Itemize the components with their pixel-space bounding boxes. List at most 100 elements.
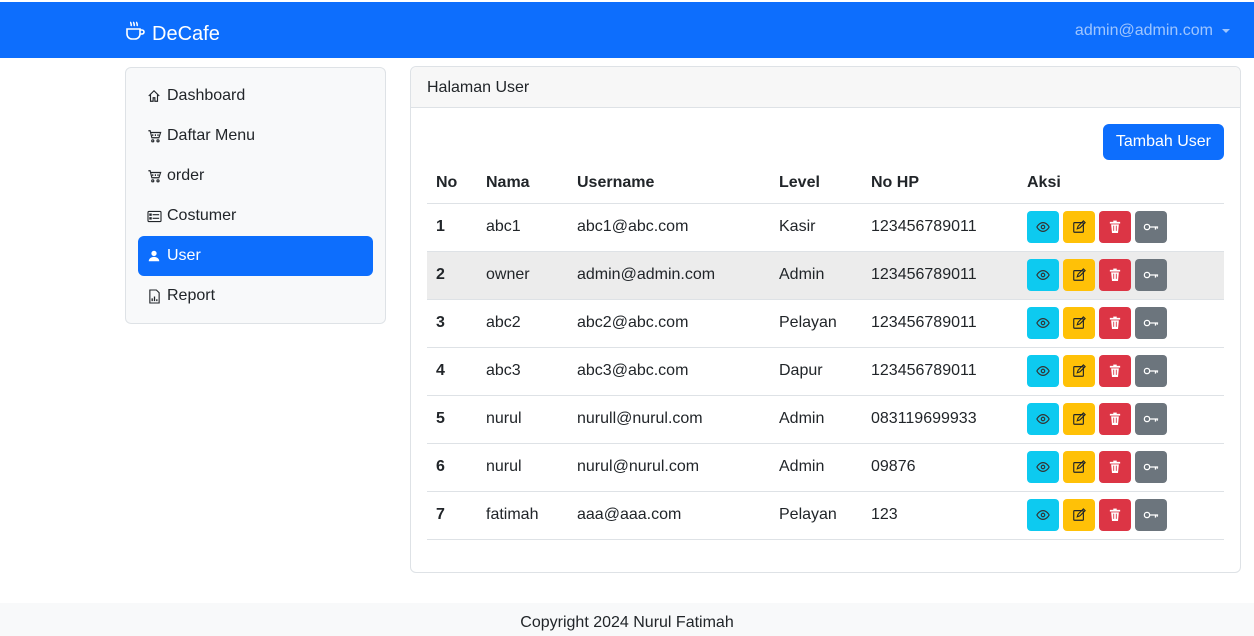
- cart-icon: [146, 168, 162, 184]
- sidebar-item-dashboard[interactable]: Dashboard: [138, 76, 373, 116]
- report-icon: [146, 288, 162, 304]
- edit-user-button[interactable]: [1063, 307, 1095, 339]
- cell-aksi: [1018, 395, 1224, 444]
- user-card: Halaman User Tambah User No Nama Usernam…: [410, 66, 1241, 573]
- cell-level: Admin: [770, 443, 862, 492]
- column-header: No HP: [862, 163, 1018, 204]
- add-user-button[interactable]: Tambah User: [1102, 124, 1224, 160]
- sidebar-item-report[interactable]: Report: [138, 276, 373, 316]
- cell-level: Dapur: [770, 347, 862, 396]
- cell-no: 4: [427, 347, 477, 396]
- edit-user-button[interactable]: [1063, 211, 1095, 243]
- cell-aksi: [1018, 251, 1224, 300]
- card-title: Halaman User: [411, 67, 1240, 108]
- cell-no: 5: [427, 395, 477, 444]
- view-user-button[interactable]: [1027, 499, 1059, 531]
- sidebar-item-user[interactable]: User: [138, 236, 373, 276]
- cell-username: admin@admin.com: [568, 251, 770, 300]
- delete-user-button[interactable]: [1099, 451, 1131, 483]
- user-table: No Nama Username Level No HP Aksi 1 abc1 a…: [427, 163, 1224, 540]
- edit-user-button[interactable]: [1063, 451, 1095, 483]
- pencil-square-icon: [1072, 412, 1086, 426]
- edit-user-button[interactable]: [1063, 499, 1095, 531]
- view-user-button[interactable]: [1027, 451, 1059, 483]
- reset-password-button[interactable]: [1135, 403, 1167, 435]
- user-email: admin@admin.com: [1074, 22, 1213, 39]
- reset-password-button[interactable]: [1135, 307, 1167, 339]
- column-header: Username: [568, 163, 770, 204]
- key-icon: [1143, 269, 1159, 281]
- sidebar: Dashboard Daftar Menu order Costumer Use…: [125, 67, 386, 324]
- cell-level: Admin: [770, 251, 862, 300]
- delete-user-button[interactable]: [1099, 499, 1131, 531]
- cell-level: Pelayan: [770, 299, 862, 348]
- reset-password-button[interactable]: [1135, 355, 1167, 387]
- column-header: Nama: [477, 163, 568, 204]
- view-user-button[interactable]: [1027, 211, 1059, 243]
- sidebar-item-daftar-menu[interactable]: Daftar Menu: [138, 116, 373, 156]
- cell-aksi: [1018, 347, 1224, 396]
- user-dropdown[interactable]: admin@admin.com: [1075, 22, 1230, 40]
- pencil-square-icon: [1072, 316, 1086, 330]
- trash-icon: [1109, 508, 1121, 522]
- delete-user-button[interactable]: [1099, 403, 1131, 435]
- sidebar-item-order[interactable]: order: [138, 156, 373, 196]
- key-icon: [1143, 365, 1159, 377]
- view-user-button[interactable]: [1027, 355, 1059, 387]
- table-row: 3 abc2 abc2@abc.com Pelayan 123456789011: [427, 299, 1224, 348]
- reset-password-button[interactable]: [1135, 499, 1167, 531]
- trash-icon: [1109, 364, 1121, 378]
- edit-user-button[interactable]: [1063, 403, 1095, 435]
- delete-user-button[interactable]: [1099, 307, 1131, 339]
- cell-username: nurul@nurul.com: [568, 443, 770, 492]
- pencil-square-icon: [1072, 220, 1086, 234]
- trash-icon: [1109, 412, 1121, 426]
- cell-level: Admin: [770, 395, 862, 444]
- cell-nama: fatimah: [477, 491, 568, 540]
- person-icon: [146, 248, 162, 264]
- column-header: Level: [770, 163, 862, 204]
- eye-icon: [1036, 220, 1050, 234]
- sidebar-item-label: Dashboard: [167, 87, 246, 104]
- view-user-button[interactable]: [1027, 307, 1059, 339]
- cell-no-hp: 123456789011: [862, 299, 1018, 348]
- eye-icon: [1036, 412, 1050, 426]
- reset-password-button[interactable]: [1135, 259, 1167, 291]
- key-icon: [1143, 221, 1159, 233]
- cell-username: aaa@aaa.com: [568, 491, 770, 540]
- view-user-button[interactable]: [1027, 403, 1059, 435]
- table-row: 4 abc3 abc3@abc.com Dapur 123456789011: [427, 347, 1224, 396]
- row-actions: [1027, 451, 1215, 483]
- cart-icon: [146, 128, 162, 144]
- delete-user-button[interactable]: [1099, 211, 1131, 243]
- pencil-square-icon: [1072, 460, 1086, 474]
- cell-no-hp: 123456789011: [862, 203, 1018, 252]
- cell-username: abc2@abc.com: [568, 299, 770, 348]
- table-row: 2 owner admin@admin.com Admin 123456789011: [427, 251, 1224, 300]
- row-actions: [1027, 355, 1215, 387]
- view-user-button[interactable]: [1027, 259, 1059, 291]
- coffee-icon: [124, 20, 152, 48]
- cell-aksi: [1018, 299, 1224, 348]
- reset-password-button[interactable]: [1135, 451, 1167, 483]
- cell-nama: abc1: [477, 203, 568, 252]
- cell-nama: owner: [477, 251, 568, 300]
- row-actions: [1027, 403, 1215, 435]
- cell-nama: abc3: [477, 347, 568, 396]
- sidebar-item-costumer[interactable]: Costumer: [138, 196, 373, 236]
- edit-user-button[interactable]: [1063, 355, 1095, 387]
- row-actions: [1027, 211, 1215, 243]
- trash-icon: [1109, 220, 1121, 234]
- column-header: No: [427, 163, 477, 204]
- cell-aksi: [1018, 491, 1224, 540]
- eye-icon: [1036, 460, 1050, 474]
- delete-user-button[interactable]: [1099, 355, 1131, 387]
- footer: Copyright 2024 Nurul Fatimah: [0, 603, 1254, 636]
- brand-link[interactable]: DeCafe: [124, 20, 220, 48]
- cell-nama: abc2: [477, 299, 568, 348]
- cell-username: nurull@nurul.com: [568, 395, 770, 444]
- delete-user-button[interactable]: [1099, 259, 1131, 291]
- edit-user-button[interactable]: [1063, 259, 1095, 291]
- column-header: Aksi: [1018, 163, 1224, 204]
- reset-password-button[interactable]: [1135, 211, 1167, 243]
